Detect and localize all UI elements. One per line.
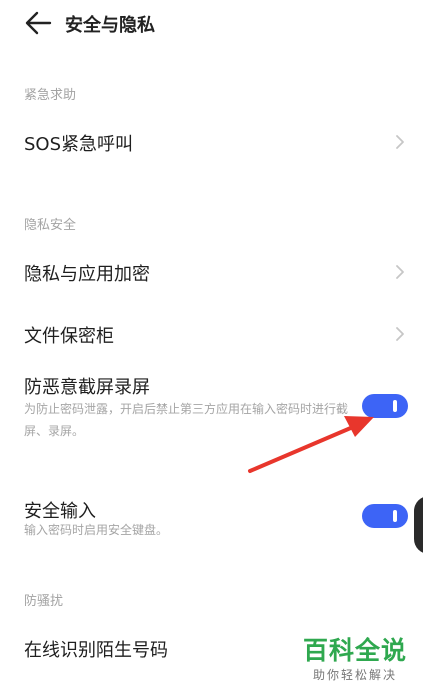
- row-secure-input: 安全输入 输入密码时启用安全键盘。: [0, 494, 423, 544]
- page-title: 安全与隐私: [65, 15, 155, 36]
- secure-input-toggle[interactable]: [362, 504, 408, 528]
- row-sos-title: SOS紧急呼叫: [24, 134, 134, 155]
- row-anti-screenshot-title: 防恶意截屏录屏: [24, 377, 150, 398]
- watermark-logo: 百科全说 助你轻松解决: [294, 636, 416, 684]
- row-secure-input-desc: 输入密码时启用安全键盘。: [24, 523, 169, 537]
- row-app-lock-title: 隐私与应用加密: [24, 264, 150, 285]
- row-app-lock[interactable]: 隐私与应用加密: [0, 248, 423, 298]
- row-anti-screenshot-desc: 为防止密码泄露，开启后禁止第三方应用在输入密码时进行截屏、录屏。: [24, 402, 349, 438]
- watermark-main-text: 百科全说: [302, 636, 407, 665]
- top-bar: 安全与隐私: [0, 0, 423, 48]
- watermark-sub-text: 助你轻松解决: [312, 668, 397, 682]
- row-sos[interactable]: SOS紧急呼叫: [0, 118, 423, 168]
- section-label-emergency: 紧急求助: [24, 88, 77, 103]
- floating-handle[interactable]: [414, 496, 423, 554]
- toggle-on-mark: [393, 400, 397, 412]
- anti-screenshot-toggle[interactable]: [362, 394, 408, 418]
- row-file-safe[interactable]: 文件保密柜: [0, 310, 423, 360]
- chevron-right-icon: [396, 327, 404, 341]
- row-anti-screenshot: 防恶意截屏录屏 为防止密码泄露，开启后禁止第三方应用在输入密码时进行截屏、录屏。: [0, 370, 423, 450]
- section-label-harassment: 防骚扰: [24, 594, 64, 609]
- row-file-safe-title: 文件保密柜: [24, 326, 114, 347]
- chevron-right-icon: [396, 135, 404, 149]
- section-label-privacy: 隐私安全: [24, 218, 77, 233]
- chevron-right-icon: [396, 265, 404, 279]
- arrow-left-icon[interactable]: [24, 10, 52, 36]
- row-stranger-id-title: 在线识别陌生号码: [24, 640, 168, 661]
- toggle-on-mark: [393, 510, 397, 522]
